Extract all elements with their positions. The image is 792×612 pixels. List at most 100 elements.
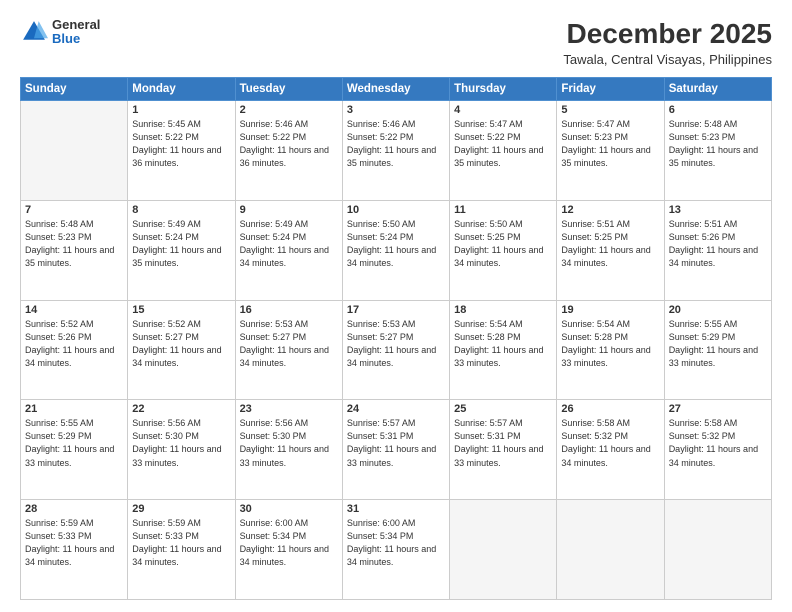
day-number: 12 [561,204,659,216]
day-number: 20 [669,304,767,316]
logo-icon [20,18,48,46]
day-info: Sunrise: 5:48 AMSunset: 5:23 PMDaylight:… [25,218,123,270]
calendar-cell: 9 Sunrise: 5:49 AMSunset: 5:24 PMDayligh… [235,200,342,300]
day-number: 15 [132,304,230,316]
calendar-header: SundayMondayTuesdayWednesdayThursdayFrid… [21,78,772,101]
day-info: Sunrise: 5:47 AMSunset: 5:22 PMDaylight:… [454,118,552,170]
day-info: Sunrise: 5:54 AMSunset: 5:28 PMDaylight:… [454,318,552,370]
day-info: Sunrise: 5:55 AMSunset: 5:29 PMDaylight:… [669,318,767,370]
day-info: Sunrise: 5:52 AMSunset: 5:27 PMDaylight:… [132,318,230,370]
logo: General Blue [20,18,100,47]
calendar-cell: 24 Sunrise: 5:57 AMSunset: 5:31 PMDaylig… [342,400,449,500]
calendar-cell: 2 Sunrise: 5:46 AMSunset: 5:22 PMDayligh… [235,101,342,201]
day-number: 5 [561,104,659,116]
title-block: December 2025 Tawala, Central Visayas, P… [563,18,772,67]
day-number: 31 [347,503,445,515]
day-number: 1 [132,104,230,116]
day-number: 29 [132,503,230,515]
day-number: 10 [347,204,445,216]
day-number: 16 [240,304,338,316]
day-info: Sunrise: 5:49 AMSunset: 5:24 PMDaylight:… [240,218,338,270]
days-header-row: SundayMondayTuesdayWednesdayThursdayFrid… [21,78,772,101]
calendar-cell: 5 Sunrise: 5:47 AMSunset: 5:23 PMDayligh… [557,101,664,201]
day-info: Sunrise: 5:47 AMSunset: 5:23 PMDaylight:… [561,118,659,170]
calendar-cell: 21 Sunrise: 5:55 AMSunset: 5:29 PMDaylig… [21,400,128,500]
main-title: December 2025 [563,18,772,50]
calendar-cell: 7 Sunrise: 5:48 AMSunset: 5:23 PMDayligh… [21,200,128,300]
day-number: 13 [669,204,767,216]
day-info: Sunrise: 5:45 AMSunset: 5:22 PMDaylight:… [132,118,230,170]
day-info: Sunrise: 5:58 AMSunset: 5:32 PMDaylight:… [669,417,767,469]
calendar-cell: 16 Sunrise: 5:53 AMSunset: 5:27 PMDaylig… [235,300,342,400]
calendar-cell: 6 Sunrise: 5:48 AMSunset: 5:23 PMDayligh… [664,101,771,201]
header: General Blue December 2025 Tawala, Centr… [20,18,772,67]
calendar-body: 1 Sunrise: 5:45 AMSunset: 5:22 PMDayligh… [21,101,772,600]
calendar-cell: 13 Sunrise: 5:51 AMSunset: 5:26 PMDaylig… [664,200,771,300]
calendar-cell: 12 Sunrise: 5:51 AMSunset: 5:25 PMDaylig… [557,200,664,300]
calendar-cell: 8 Sunrise: 5:49 AMSunset: 5:24 PMDayligh… [128,200,235,300]
day-number: 18 [454,304,552,316]
day-number: 27 [669,403,767,415]
calendar-cell [450,500,557,600]
day-number: 30 [240,503,338,515]
day-number: 2 [240,104,338,116]
calendar-cell: 4 Sunrise: 5:47 AMSunset: 5:22 PMDayligh… [450,101,557,201]
calendar-cell: 3 Sunrise: 5:46 AMSunset: 5:22 PMDayligh… [342,101,449,201]
calendar-table: SundayMondayTuesdayWednesdayThursdayFrid… [20,77,772,600]
day-number: 14 [25,304,123,316]
calendar-cell [664,500,771,600]
logo-general-label: General [52,18,100,32]
day-info: Sunrise: 5:53 AMSunset: 5:27 PMDaylight:… [347,318,445,370]
day-header-wednesday: Wednesday [342,78,449,101]
day-info: Sunrise: 5:50 AMSunset: 5:25 PMDaylight:… [454,218,552,270]
calendar-cell: 17 Sunrise: 5:53 AMSunset: 5:27 PMDaylig… [342,300,449,400]
day-header-saturday: Saturday [664,78,771,101]
day-number: 4 [454,104,552,116]
day-info: Sunrise: 5:58 AMSunset: 5:32 PMDaylight:… [561,417,659,469]
day-number: 6 [669,104,767,116]
day-number: 8 [132,204,230,216]
day-number: 22 [132,403,230,415]
calendar-week-4: 21 Sunrise: 5:55 AMSunset: 5:29 PMDaylig… [21,400,772,500]
calendar-cell: 23 Sunrise: 5:56 AMSunset: 5:30 PMDaylig… [235,400,342,500]
day-number: 24 [347,403,445,415]
calendar-cell: 29 Sunrise: 5:59 AMSunset: 5:33 PMDaylig… [128,500,235,600]
day-info: Sunrise: 5:46 AMSunset: 5:22 PMDaylight:… [240,118,338,170]
calendar-cell: 19 Sunrise: 5:54 AMSunset: 5:28 PMDaylig… [557,300,664,400]
day-number: 26 [561,403,659,415]
calendar-cell: 25 Sunrise: 5:57 AMSunset: 5:31 PMDaylig… [450,400,557,500]
day-info: Sunrise: 5:59 AMSunset: 5:33 PMDaylight:… [25,517,123,569]
day-info: Sunrise: 5:48 AMSunset: 5:23 PMDaylight:… [669,118,767,170]
day-number: 25 [454,403,552,415]
calendar-cell [557,500,664,600]
calendar-cell: 10 Sunrise: 5:50 AMSunset: 5:24 PMDaylig… [342,200,449,300]
day-info: Sunrise: 5:53 AMSunset: 5:27 PMDaylight:… [240,318,338,370]
calendar-cell: 22 Sunrise: 5:56 AMSunset: 5:30 PMDaylig… [128,400,235,500]
calendar-cell: 15 Sunrise: 5:52 AMSunset: 5:27 PMDaylig… [128,300,235,400]
day-info: Sunrise: 5:46 AMSunset: 5:22 PMDaylight:… [347,118,445,170]
day-info: Sunrise: 5:55 AMSunset: 5:29 PMDaylight:… [25,417,123,469]
calendar-cell: 20 Sunrise: 5:55 AMSunset: 5:29 PMDaylig… [664,300,771,400]
calendar-cell: 28 Sunrise: 5:59 AMSunset: 5:33 PMDaylig… [21,500,128,600]
day-info: Sunrise: 5:56 AMSunset: 5:30 PMDaylight:… [240,417,338,469]
day-number: 3 [347,104,445,116]
day-number: 23 [240,403,338,415]
logo-text: General Blue [52,18,100,47]
calendar-week-3: 14 Sunrise: 5:52 AMSunset: 5:26 PMDaylig… [21,300,772,400]
day-header-tuesday: Tuesday [235,78,342,101]
calendar-week-5: 28 Sunrise: 5:59 AMSunset: 5:33 PMDaylig… [21,500,772,600]
day-info: Sunrise: 5:57 AMSunset: 5:31 PMDaylight:… [454,417,552,469]
logo-blue-label: Blue [52,32,100,46]
day-number: 19 [561,304,659,316]
calendar-week-1: 1 Sunrise: 5:45 AMSunset: 5:22 PMDayligh… [21,101,772,201]
calendar-week-2: 7 Sunrise: 5:48 AMSunset: 5:23 PMDayligh… [21,200,772,300]
day-header-monday: Monday [128,78,235,101]
calendar-cell: 26 Sunrise: 5:58 AMSunset: 5:32 PMDaylig… [557,400,664,500]
calendar-cell: 14 Sunrise: 5:52 AMSunset: 5:26 PMDaylig… [21,300,128,400]
day-header-friday: Friday [557,78,664,101]
day-info: Sunrise: 6:00 AMSunset: 5:34 PMDaylight:… [347,517,445,569]
day-number: 7 [25,204,123,216]
day-info: Sunrise: 5:54 AMSunset: 5:28 PMDaylight:… [561,318,659,370]
calendar-cell [21,101,128,201]
calendar-cell: 1 Sunrise: 5:45 AMSunset: 5:22 PMDayligh… [128,101,235,201]
